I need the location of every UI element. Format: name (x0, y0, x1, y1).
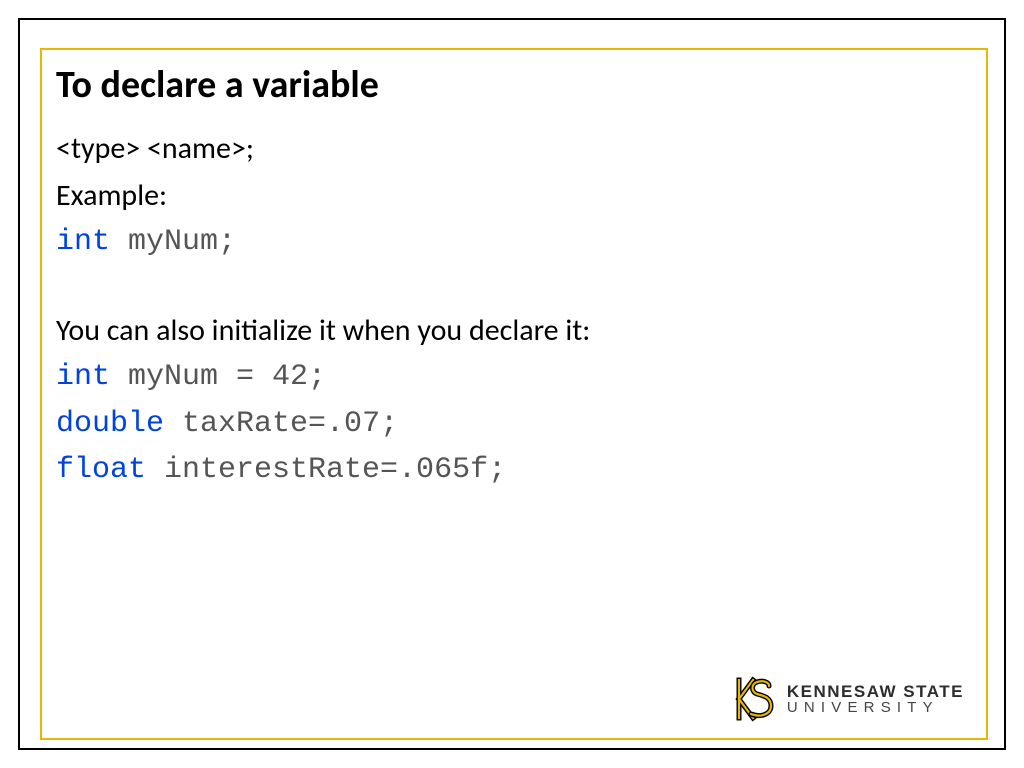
slide: To declare a variable <type> <name>; Exa… (0, 0, 1024, 768)
logo-line1: KENNESAW STATE (787, 683, 964, 700)
code-init-1: int myNum = 42; (56, 354, 968, 401)
code-keyword: float (56, 453, 146, 487)
syntax-line: <type> <name>; (56, 126, 968, 173)
spacer (56, 266, 968, 308)
code-rest: interestRate=.065f; (146, 453, 506, 487)
code-keyword: int (56, 360, 110, 394)
university-logo: KENNESAW STATE UNIVERSITY (733, 676, 964, 722)
logo-line2: UNIVERSITY (787, 700, 964, 715)
slide-content: To declare a variable <type> <name>; Exa… (56, 62, 968, 494)
code-keyword: double (56, 407, 164, 441)
ks-monogram-icon (733, 676, 777, 722)
code-rest: taxRate=.07; (164, 407, 398, 441)
code-keyword: int (56, 225, 110, 259)
code-example-1: int myNum; (56, 219, 968, 266)
code-init-3: float interestRate=.065f; (56, 447, 968, 494)
example-label: Example: (56, 173, 968, 220)
slide-title: To declare a variable (56, 62, 968, 108)
code-init-2: double taxRate=.07; (56, 401, 968, 448)
code-rest: myNum = 42; (110, 360, 326, 394)
init-label: You can also initialize it when you decl… (56, 308, 968, 355)
logo-text: KENNESAW STATE UNIVERSITY (787, 683, 964, 715)
code-rest: myNum; (110, 225, 236, 259)
